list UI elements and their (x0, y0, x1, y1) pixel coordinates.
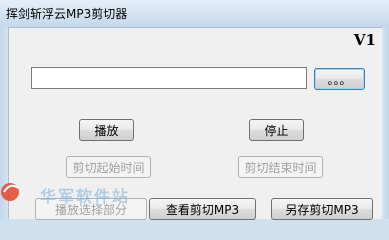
preview-cut-mp3-button[interactable]: 查看剪切MP3 (149, 198, 256, 220)
version-label: V1 (353, 31, 376, 49)
save-cut-mp3-button[interactable]: 另存剪切MP3 (271, 198, 373, 220)
window-title: 挥剑斩浮云MP3剪切器 (6, 7, 128, 21)
file-path-input[interactable] (31, 67, 307, 89)
title-bar[interactable]: 挥剑斩浮云MP3剪切器 (0, 0, 389, 27)
cut-start-time-button[interactable]: 剪切起始时间 (66, 156, 151, 178)
cut-end-time-button[interactable]: 剪切结束时间 (238, 156, 323, 178)
browse-button[interactable]: 。。。 (314, 68, 365, 90)
play-button[interactable]: 播放 (79, 119, 134, 141)
window-frame-right (382, 27, 389, 219)
stop-button[interactable]: 停止 (249, 119, 304, 141)
site-logo-icon (1, 183, 19, 201)
watermark-text: 华军软件站 (40, 187, 131, 206)
